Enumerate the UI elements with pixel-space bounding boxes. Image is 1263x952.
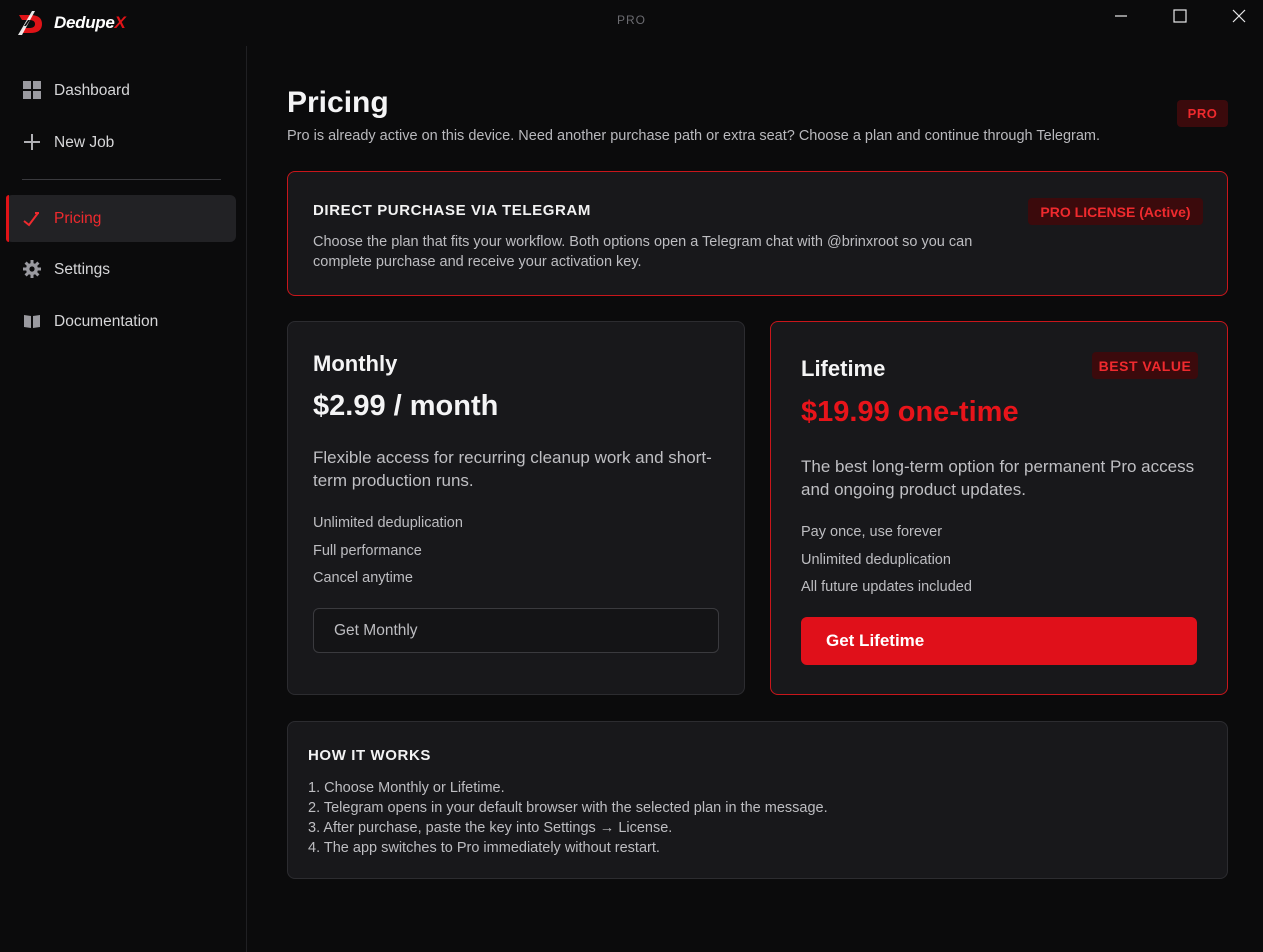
get-lifetime-button[interactable]: Get Lifetime (801, 617, 1197, 665)
dashboard-icon (23, 81, 41, 99)
sidebar-item-pricing[interactable]: Pricing (6, 195, 236, 242)
window-title: PRO (616, 13, 646, 27)
minimize-button[interactable] (1092, 0, 1150, 32)
sidebar-item-dashboard[interactable]: Dashboard (6, 67, 236, 114)
direct-purchase-card: DIRECT PURCHASE VIA TELEGRAM Choose the … (287, 171, 1228, 296)
sidebar-divider (22, 179, 221, 180)
close-button[interactable] (1210, 0, 1263, 32)
direct-purchase-title: DIRECT PURCHASE VIA TELEGRAM (313, 202, 591, 219)
title-bar: DedupeX PRO (0, 0, 1263, 46)
page-subtitle: Pro is already active on this device. Ne… (287, 128, 1101, 144)
plan-feature: All future updates included (801, 579, 972, 595)
gear-icon (23, 260, 41, 278)
sidebar-item-label: Documentation (54, 312, 159, 330)
sidebar-item-settings[interactable]: Settings (6, 246, 236, 293)
lifetime-plan-card: Lifetime BEST VALUE $19.99 one-time The … (770, 321, 1228, 695)
direct-purchase-description: Choose the plan that fits your workflow.… (313, 234, 973, 270)
plan-feature: Unlimited deduplication (801, 552, 951, 568)
pricing-icon (23, 212, 39, 227)
maximize-icon (1173, 9, 1187, 23)
page-title: Pricing (287, 86, 389, 119)
plus-icon (24, 134, 40, 150)
plan-feature: Pay once, use forever (801, 524, 943, 540)
sidebar: Dashboard New Job Pricing Settings Docum… (0, 46, 247, 952)
sidebar-item-documentation[interactable]: Documentation (6, 298, 236, 345)
sidebar-item-label: Settings (54, 260, 111, 278)
sidebar-item-label: Pricing (54, 209, 102, 227)
plan-price: $2.99 / month (313, 390, 499, 422)
book-icon (24, 315, 40, 328)
minimize-icon (1115, 15, 1127, 17)
how-it-works-card: HOW IT WORKS 1. Choose Monthly or Lifeti… (287, 721, 1228, 879)
how-it-works-step: 4. The app switches to Pro immediately w… (308, 840, 660, 856)
how-it-works-step: 1. Choose Monthly or Lifetime. (308, 780, 505, 796)
plan-feature: Unlimited deduplication (313, 515, 463, 531)
how-it-works-title: HOW IT WORKS (308, 747, 432, 764)
best-value-badge: BEST VALUE (1092, 352, 1198, 379)
maximize-button[interactable] (1151, 0, 1209, 32)
plan-description: The best long-term option for permanent … (801, 457, 1195, 499)
license-status-badge: PRO LICENSE (Active) (1028, 198, 1203, 225)
close-icon (1232, 9, 1246, 23)
get-monthly-button[interactable]: Get Monthly (313, 608, 719, 653)
plan-description: Flexible access for recurring cleanup wo… (313, 448, 712, 490)
plan-name: Monthly (313, 351, 398, 376)
sidebar-item-label: Dashboard (54, 81, 130, 99)
sidebar-item-label: New Job (54, 133, 115, 151)
how-it-works-step: 2. Telegram opens in your default browse… (308, 800, 828, 816)
plan-feature: Full performance (313, 543, 422, 559)
plan-feature: Cancel anytime (313, 570, 413, 586)
monthly-plan-card: Monthly $2.99 / month Flexible access fo… (287, 321, 745, 695)
how-it-works-step: 3. After purchase, paste the key into Se… (308, 820, 673, 836)
plan-name: Lifetime (801, 356, 886, 381)
sidebar-item-new-job[interactable]: New Job (6, 119, 236, 166)
pro-badge: PRO (1177, 100, 1228, 127)
plan-price: $19.99 one-time (801, 396, 1019, 428)
